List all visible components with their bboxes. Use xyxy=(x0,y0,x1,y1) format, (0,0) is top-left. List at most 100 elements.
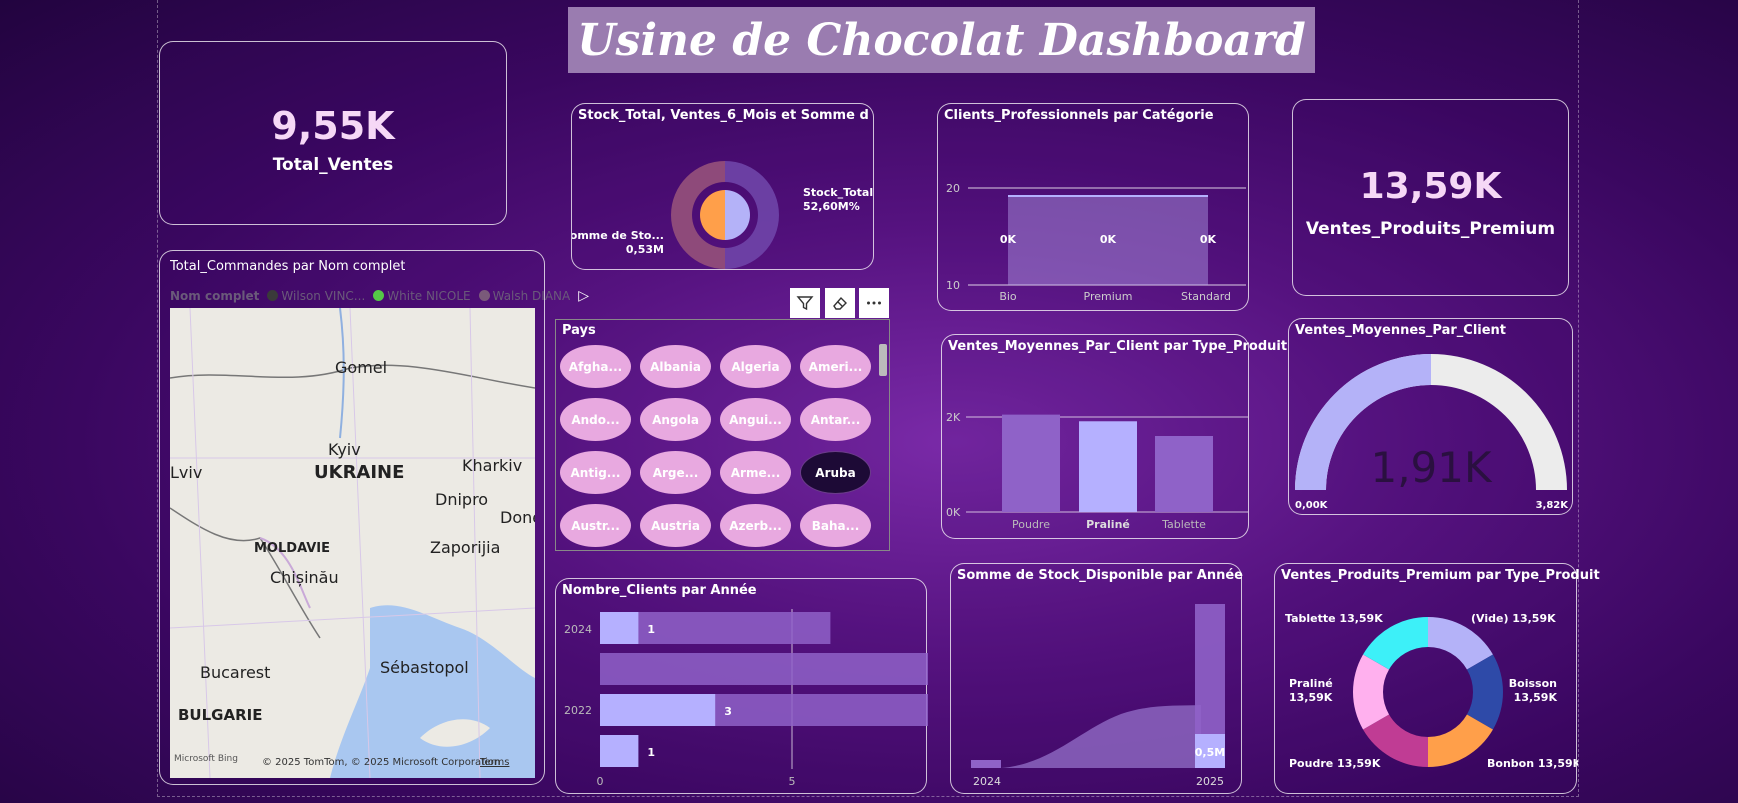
slicer-item-angola[interactable]: Angola xyxy=(640,398,711,441)
gauge-min: 0,00K xyxy=(1295,500,1329,511)
filter-icon[interactable] xyxy=(790,288,820,318)
stock-donut-label-stock-total-name: Stock_Total xyxy=(803,186,873,199)
slicer-item-azerb[interactable]: Azerb... xyxy=(720,504,791,547)
clients-pro-ytick-10: 10 xyxy=(946,279,960,292)
slicer-item-afgha[interactable]: Afgha... xyxy=(560,345,631,388)
stock-donut-label-stock-total-value: 52,60M% xyxy=(803,200,860,213)
map-label-done: Done xyxy=(500,508,535,527)
map-label-dnipro: Dnipro xyxy=(435,490,489,509)
premium-label-boisson-name: Boisson xyxy=(1509,677,1557,690)
nombre-clients-label-2022: 3 xyxy=(724,705,732,718)
ventes-moy-cat-praline: Praliné xyxy=(1086,518,1130,531)
clients-pro-label-premium: 0K xyxy=(1100,233,1117,246)
premium-label-bonbon: Bonbon 13,59K xyxy=(1487,757,1578,770)
ventes-moy-bar-tablette[interactable] xyxy=(1155,436,1213,512)
premium-donut-chart: (Vide) 13,59K Boisson 13,59K Bonbon 13,5… xyxy=(1285,612,1578,770)
map-legend: Nom complet Wilson VINC... White NICOLE … xyxy=(170,288,589,304)
stock-dispo-xtick-2025: 2025 xyxy=(1196,775,1224,788)
slicer-item-albania[interactable]: Albania xyxy=(640,345,711,388)
stock-dispo-xtick-2024: 2024 xyxy=(973,775,1001,788)
kpi-total-ventes-label: Total_Ventes xyxy=(272,155,394,175)
map-card-title: Total_Commandes par Nom complet xyxy=(170,259,406,274)
ventes-moy-bar-praline[interactable] xyxy=(1079,421,1137,512)
gauge-value: 1,91K xyxy=(1370,443,1493,492)
map-label-zaporijia: Zaporijia xyxy=(430,538,501,557)
kpi-ventes-premium-value: 13,59K xyxy=(1359,166,1502,207)
map-brand-logo: Microsoft Bing xyxy=(174,754,238,764)
stock-donut-chart: Stock_Total 52,60M% Somme de Sto... 0,53… xyxy=(572,161,873,269)
eraser-icon[interactable] xyxy=(825,288,855,318)
premium-donut-card[interactable]: Ventes_Produits_Premium par Type_Produit… xyxy=(1274,563,1600,794)
kpi-ventes-premium[interactable]: 13,59K Ventes_Produits_Premium xyxy=(1292,99,1569,296)
slicer-item-algeria[interactable]: Algeria xyxy=(720,345,791,388)
stock-donut-card[interactable]: Stock_Total, Ventes_6_Mois et Somme de S… xyxy=(571,103,874,270)
nombre-clients-bar-2024[interactable] xyxy=(600,612,639,644)
map-label-bulgarie: BULGARIE xyxy=(178,706,263,724)
nombre-clients-bg-row-2 xyxy=(600,653,928,685)
slicer-item-austria[interactable]: Austria xyxy=(640,504,711,547)
kpi-ventes-premium-label: Ventes_Produits_Premium xyxy=(1305,219,1556,239)
map-view[interactable]: Gomel Kyiv UKRAINE Kharkiv Lviv Dnipro D… xyxy=(170,308,535,778)
clients-pro-cat-premium: Premium xyxy=(1084,290,1133,303)
dashboard-title: Usine de Chocolat Dashboard xyxy=(577,14,1306,66)
nombre-clients-ylabel-2024: 2024 xyxy=(564,623,592,636)
clients-pro-ytick-20: 20 xyxy=(946,182,960,195)
ventes-moy-cat-tablette: Tablette xyxy=(1161,518,1206,531)
premium-label-praline-value: 13,59K xyxy=(1289,691,1333,704)
premium-label-praline-name: Praliné xyxy=(1289,677,1333,690)
map-legend-title: Nom complet xyxy=(170,289,260,303)
map-terms-link[interactable]: Terms xyxy=(480,757,509,768)
slicer-item-austr[interactable]: Austr... xyxy=(560,504,631,547)
more-icon[interactable] xyxy=(859,288,889,318)
slicer-item-baha[interactable]: Baha... xyxy=(800,504,871,547)
nombre-clients-label-2024: 1 xyxy=(647,623,655,636)
nombre-clients-chart: 2024 2022 1 3 1 0 5 xyxy=(564,609,928,788)
gauge-max: 3,82K xyxy=(1536,500,1570,511)
premium-label-vide: (Vide) 13,59K xyxy=(1471,612,1556,625)
map-label-kharkiv: Kharkiv xyxy=(462,456,523,475)
nombre-clients-bar-row-4[interactable] xyxy=(600,735,639,767)
map-legend-item-walsh[interactable]: Walsh DIANA xyxy=(478,289,570,303)
premium-label-boisson-value: 13,59K xyxy=(1514,691,1558,704)
gauge-chart: 1,91K 0,00K 3,82K xyxy=(1295,354,1570,511)
ventes-moy-bar-poudre[interactable] xyxy=(1002,414,1060,512)
slicer-item-antar[interactable]: Antar... xyxy=(800,398,871,441)
map-label-moldavie: MOLDAVIE xyxy=(254,541,331,556)
stock-dispo-card[interactable]: Somme de Stock_Disponible par Année 0,5M… xyxy=(950,563,1243,794)
ventes-moy-type-card[interactable]: Ventes_Moyennes_Par_Client par Type_Prod… xyxy=(941,334,1287,539)
nombre-clients-card[interactable]: Nombre_Clients par Année 2024 2022 1 3 1… xyxy=(555,578,928,794)
map-legend-item-wilson[interactable]: Wilson VINC... xyxy=(267,289,365,303)
slicer-item-aruba[interactable]: Aruba xyxy=(800,451,871,494)
clients-pro-cat-bio: Bio xyxy=(999,290,1017,303)
clients-pro-card[interactable]: Clients_Professionnels par Catégorie 20 … xyxy=(937,103,1249,311)
slicer-item-antig[interactable]: Antig... xyxy=(560,451,631,494)
slicer-item-arge[interactable]: Arge... xyxy=(640,451,711,494)
slicer-item-arme[interactable]: Arme... xyxy=(720,451,791,494)
map-legend-item-white[interactable]: White NICOLE xyxy=(373,289,471,303)
nombre-clients-label-row-4: 1 xyxy=(647,746,655,759)
clients-pro-label-standard: 0K xyxy=(1200,233,1217,246)
stock-dispo-data-label: 0,5M xyxy=(1195,746,1225,759)
dashboard-title-banner: Usine de Chocolat Dashboard xyxy=(568,7,1315,73)
ventes-moy-cat-poudre: Poudre xyxy=(1012,518,1050,531)
slicer-item-ando[interactable]: Ando... xyxy=(560,398,631,441)
stock-dispo-chart: 0,5M 2024 2025 xyxy=(971,604,1225,788)
stock-dispo-bar-2024[interactable] xyxy=(971,760,1001,768)
nombre-clients-bar-2022[interactable] xyxy=(600,694,716,726)
slicer-scrollbar[interactable] xyxy=(879,344,887,376)
slicer-item-ameri[interactable]: Ameri... xyxy=(800,345,871,388)
premium-label-tablette: Tablette 13,59K xyxy=(1285,612,1383,625)
map-label-sebastopol: Sébastopol xyxy=(380,658,469,677)
gauge-card[interactable]: Ventes_Moyennes_Par_Client 1,91K 0,00K 3… xyxy=(1288,318,1573,515)
stock-donut-inner-orange xyxy=(700,190,725,240)
map-label-ukraine: UKRAINE xyxy=(314,462,405,483)
ventes-moy-ytick-0k: 0K xyxy=(946,506,961,519)
slicer-item-angui[interactable]: Angui... xyxy=(720,398,791,441)
stock-dispo-area xyxy=(1001,705,1201,768)
map-label-bucarest: Bucarest xyxy=(200,663,271,682)
kpi-total-ventes[interactable]: 9,55K Total_Ventes xyxy=(159,41,507,225)
stock-donut-label-somme-value: 0,53M xyxy=(626,243,664,256)
map-legend-next-icon[interactable]: ▷ xyxy=(578,288,589,304)
slicer-pays-title: Pays xyxy=(562,323,596,338)
map-label-kyiv: Kyiv xyxy=(328,440,361,459)
